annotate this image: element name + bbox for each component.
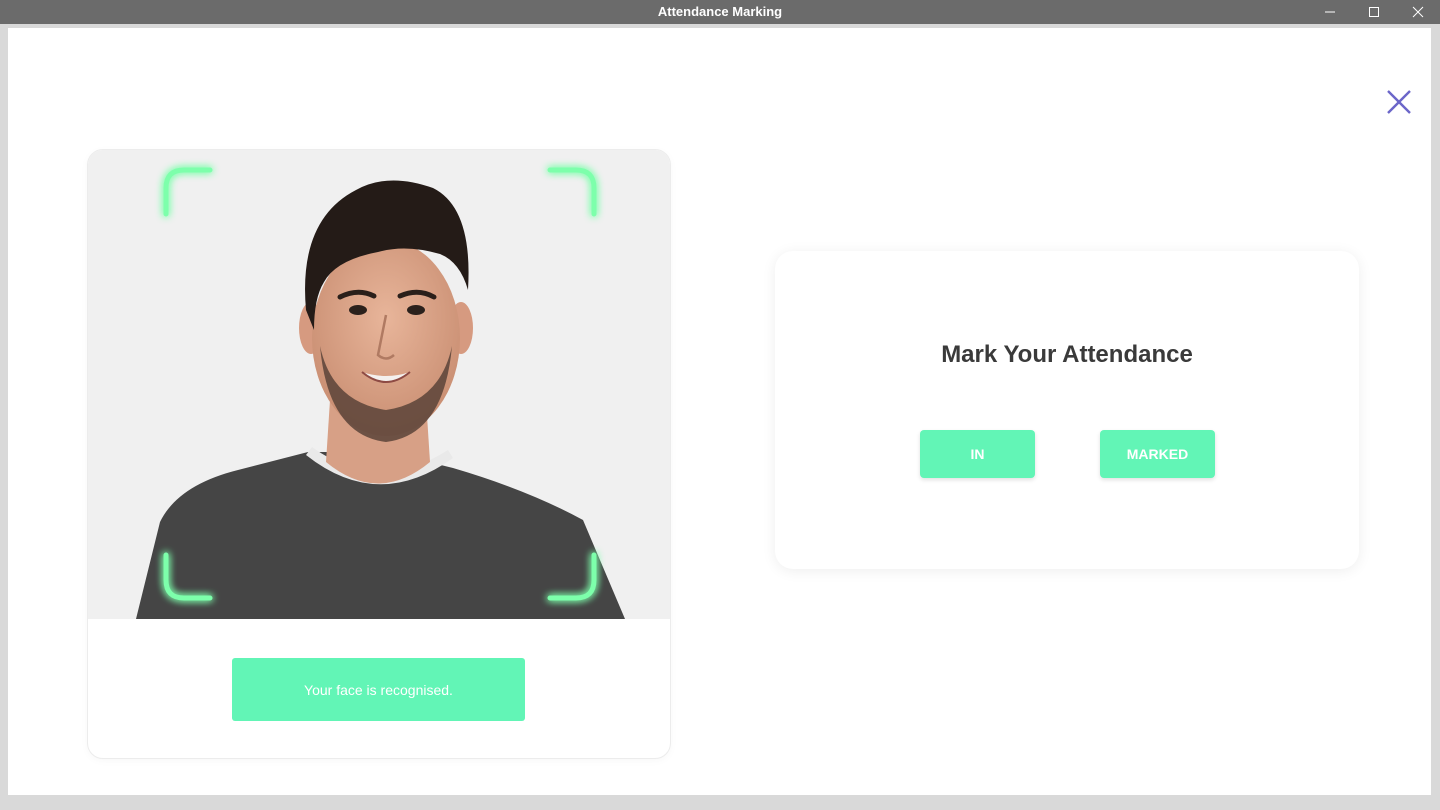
app-window: Your face is recognised. Mark Your Atten… (8, 28, 1431, 795)
recognition-status-banner: Your face is recognised. (232, 658, 525, 721)
attendance-heading: Mark Your Attendance (941, 341, 1193, 368)
camera-preview (88, 150, 670, 619)
attendance-card: Mark Your Attendance IN MARKED (775, 251, 1359, 569)
title-bar: Attendance Marking (0, 0, 1440, 24)
window-close-button[interactable] (1396, 0, 1440, 24)
maximize-button[interactable] (1352, 0, 1396, 24)
person-photo (136, 167, 625, 619)
minimize-icon (1325, 11, 1335, 13)
in-button[interactable]: IN (920, 430, 1035, 478)
close-icon (1387, 90, 1411, 114)
face-recognition-card: Your face is recognised. (87, 149, 671, 759)
window-title: Attendance Marking (657, 4, 783, 19)
close-icon (1412, 6, 1424, 18)
minimize-button[interactable] (1308, 0, 1352, 24)
maximize-icon (1369, 7, 1379, 17)
marked-button[interactable]: MARKED (1100, 430, 1215, 478)
dialog-close-button[interactable] (1376, 87, 1422, 117)
